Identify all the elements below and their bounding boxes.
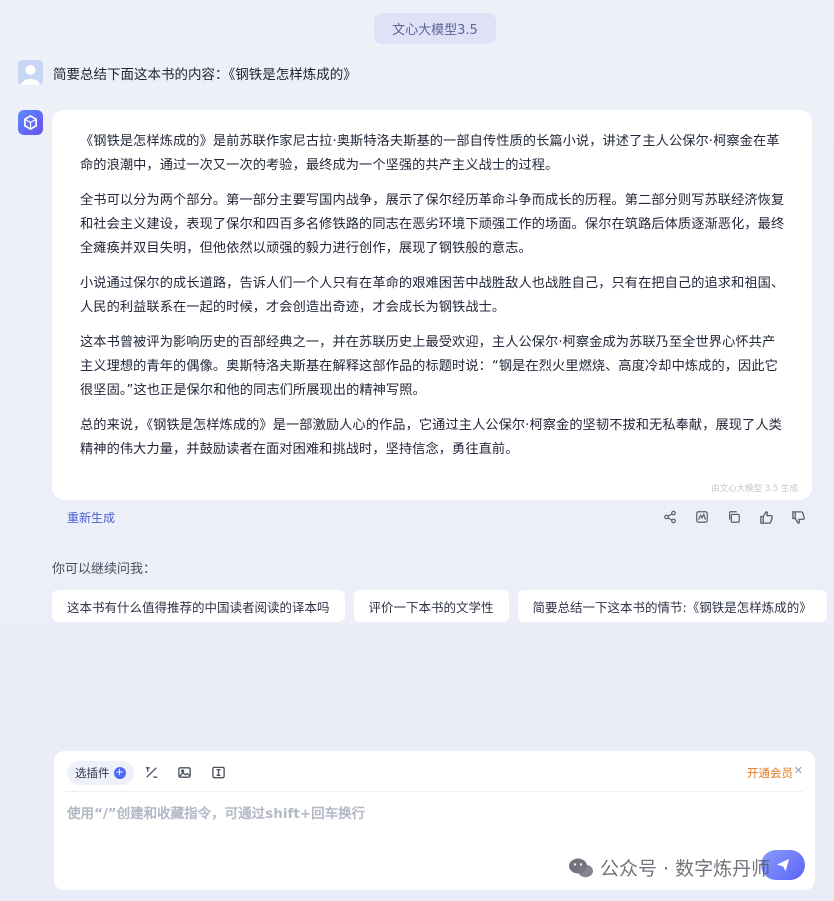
watermark-text: 公众号 · 数字炼丹师: [600, 858, 771, 880]
model-selector[interactable]: 文心大模型3.5: [374, 13, 496, 44]
image-upload-icon[interactable]: [176, 764, 192, 780]
answer-paragraph: 小说通过保尔的成长道路，告诉人们一个人只有在革命的艰难困苦中战胜敌人也战胜自己，…: [80, 276, 785, 315]
share-icon[interactable]: [660, 507, 680, 527]
thumbs-up-icon[interactable]: [756, 507, 776, 527]
input-divider: [66, 791, 803, 792]
answer-paragraph: 全书可以分为两个部分。第一部分主要写国内战争，展示了保尔经历革命斗争而成长的历程…: [80, 193, 785, 256]
plus-icon: +: [113, 767, 126, 779]
chat-input[interactable]: 使用“/”创建和收藏指令，可通过shift+回车换行: [67, 802, 365, 822]
suggestion-chip[interactable]: 这本书有什么值得推荐的中国读者阅读的译本吗: [52, 590, 345, 622]
thumbs-down-icon[interactable]: [788, 507, 808, 527]
suggestions-list: 这本书有什么值得推荐的中国读者阅读的译本吗 评价一下本书的文学性 简要总结一下这…: [52, 590, 827, 622]
suggestion-chip[interactable]: 简要总结一下这本书的情节:《钢铁是怎样炼成的》: [517, 590, 827, 622]
watermark: 公众号 · 数字炼丹师: [568, 854, 770, 881]
bot-avatar: [18, 110, 43, 135]
answer-paragraph: 这本书曾被评为影响历史的百部经典之一，并在苏联历史上最受欢迎，主人公保尔·柯察金…: [80, 335, 778, 398]
suggestions-title: 你可以继续问我：: [52, 562, 157, 577]
answer-paragraph: 《钢铁是怎样炼成的》是前苏联作家尼古拉·奥斯特洛夫斯基的一部自传性质的长篇小说，…: [80, 134, 780, 173]
wechat-icon: [569, 858, 593, 877]
user-avatar: [18, 60, 43, 85]
generated-by-note: 由文心大模型 3.5 生成: [711, 484, 798, 494]
plugin-label: 选插件: [75, 766, 110, 780]
select-plugin-button[interactable]: 选插件 +: [67, 761, 134, 785]
answer-card: 《钢铁是怎样炼成的》是前苏联作家尼古拉·奥斯特洛夫斯基的一部自传性质的长篇小说，…: [52, 110, 812, 500]
copy-icon[interactable]: [724, 507, 744, 527]
send-icon: [776, 858, 790, 872]
answer-paragraph: 总的来说，《钢铁是怎样炼成的》是一部激励人心的作品，它通过主人公保尔·柯察金的坚…: [80, 418, 782, 457]
close-icon[interactable]: ✕: [794, 764, 803, 777]
file-upload-icon[interactable]: [210, 764, 226, 780]
regenerate-button[interactable]: 重新生成: [67, 509, 115, 526]
user-message: 简要总结下面这本书的内容：《钢铁是怎样炼成的》: [18, 60, 357, 85]
answer-actions: [660, 507, 808, 527]
user-question-text: 简要总结下面这本书的内容：《钢铁是怎样炼成的》: [53, 66, 357, 83]
poster-image-icon[interactable]: [692, 507, 712, 527]
vip-upgrade-link[interactable]: 开通会员: [747, 765, 793, 781]
suggestion-chip[interactable]: 评价一下本书的文学性: [353, 590, 509, 622]
command-slash-icon[interactable]: [143, 764, 159, 780]
